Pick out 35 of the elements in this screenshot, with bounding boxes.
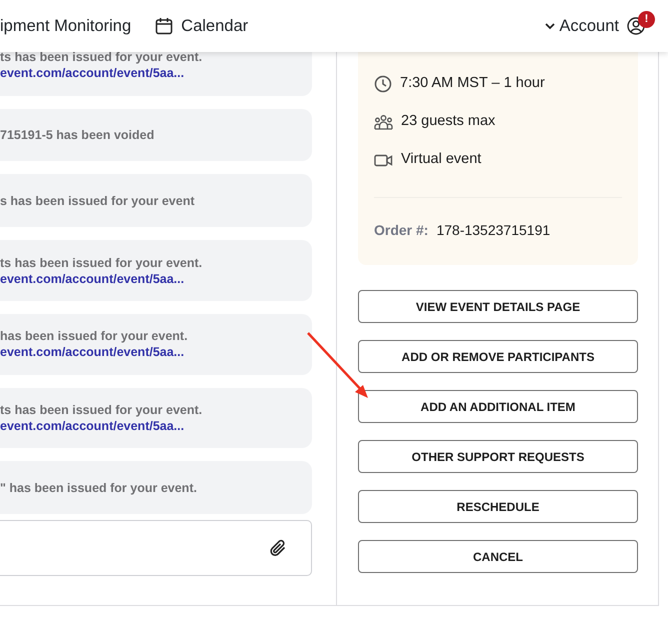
account-menu[interactable]: Account <box>545 14 619 38</box>
event-link[interactable]: event.com/account/event/5aa... <box>0 345 184 360</box>
message-input[interactable] <box>0 520 312 576</box>
user-icon[interactable] <box>627 17 645 35</box>
calendar-icon <box>155 17 174 35</box>
message-text: s has been issued for your event <box>0 192 196 209</box>
event-link[interactable]: event.com/account/event/5aa... <box>0 418 184 433</box>
chevron-down-icon <box>545 22 556 30</box>
nav-link[interactable]: ipment Monitoring <box>0 14 132 38</box>
message-text: has been issued for your event. <box>0 328 189 344</box>
event-link[interactable]: event.com/account/event/5aa... <box>0 272 184 286</box>
clock-icon <box>374 75 392 93</box>
order-number: 178-13523715191 <box>436 221 550 240</box>
action-button[interactable]: VIEW EVENT DETAILS PAGE <box>358 290 638 323</box>
order-label: Order #: <box>374 221 428 240</box>
nav-link[interactable]: Calendar <box>155 14 248 38</box>
action-button[interactable]: OTHER SUPPORT REQUESTS <box>358 440 638 473</box>
paperclip-icon[interactable] <box>269 539 287 557</box>
event-detail: 7:30 AM MST – 1 hour <box>400 74 545 94</box>
message-text: ts has been issued for your event. <box>0 52 204 66</box>
video-camera-icon <box>374 152 393 168</box>
people-icon <box>374 114 393 130</box>
message-text: " has been issued for your event. <box>0 480 198 496</box>
action-button[interactable]: ADD OR REMOVE PARTICIPANTS <box>358 340 638 373</box>
action-button[interactable]: CANCEL <box>358 540 638 573</box>
event-detail: 23 guests max <box>401 112 496 132</box>
message-text: 715191-5 has been voided <box>0 127 156 144</box>
arrow-drawing <box>307 332 368 398</box>
message-text: ts has been issued for your event. <box>0 254 204 271</box>
action-button[interactable]: ADD AN ADDITIONAL ITEM <box>358 390 638 423</box>
action-button[interactable]: RESCHEDULE <box>358 490 638 523</box>
message-text: ts has been issued for your event. <box>0 402 204 418</box>
event-link[interactable]: event.com/account/event/5aa... <box>0 66 184 80</box>
event-detail: Virtual event <box>401 150 482 170</box>
alert-badge: ! <box>638 11 655 28</box>
